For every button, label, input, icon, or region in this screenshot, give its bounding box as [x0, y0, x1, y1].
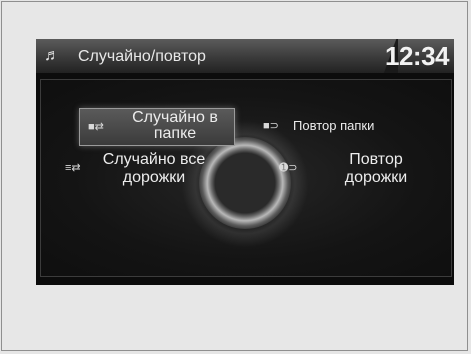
screen-title: Случайно/повтор — [78, 48, 206, 65]
clock: 12:34 — [385, 41, 450, 71]
option-shuffle-in-folder[interactable]: ■⇄ Случайно в папке — [79, 108, 235, 146]
option-shuffle-all-tracks-label: Случайно все дорожки — [102, 151, 206, 186]
option-repeat-track-label: Повтор дорожки — [344, 151, 408, 186]
music-note-icon: ♬ — [44, 47, 60, 64]
selector-area: ■⇄ Случайно в папке ■⊃ Повтор папки ≡⇄ С… — [40, 79, 452, 277]
folder-repeat-icon: ■⊃ — [263, 120, 279, 132]
manual-figure-frame: ♬ Случайно/повтор 12:34 ■⇄ Случайно в па… — [1, 1, 468, 351]
repeat-track-icon: ➊⊃ — [279, 162, 298, 174]
option-repeat-folder-label: Повтор папки — [293, 118, 375, 133]
shuffle-all-icon: ≡⇄ — [65, 162, 81, 174]
title-bar: ♬ Случайно/повтор 12:34 — [36, 39, 454, 73]
audio-screen: ♬ Случайно/повтор 12:34 ■⇄ Случайно в па… — [36, 39, 454, 285]
option-repeat-track[interactable]: ➊⊃ Повтор дорожки — [275, 150, 425, 190]
option-repeat-folder[interactable]: ■⊃ Повтор папки — [259, 116, 409, 136]
folder-shuffle-icon: ■⇄ — [88, 121, 104, 133]
option-shuffle-all-tracks[interactable]: ≡⇄ Случайно все дорожки — [63, 150, 223, 190]
option-shuffle-in-folder-label: Случайно в папке — [132, 109, 218, 142]
